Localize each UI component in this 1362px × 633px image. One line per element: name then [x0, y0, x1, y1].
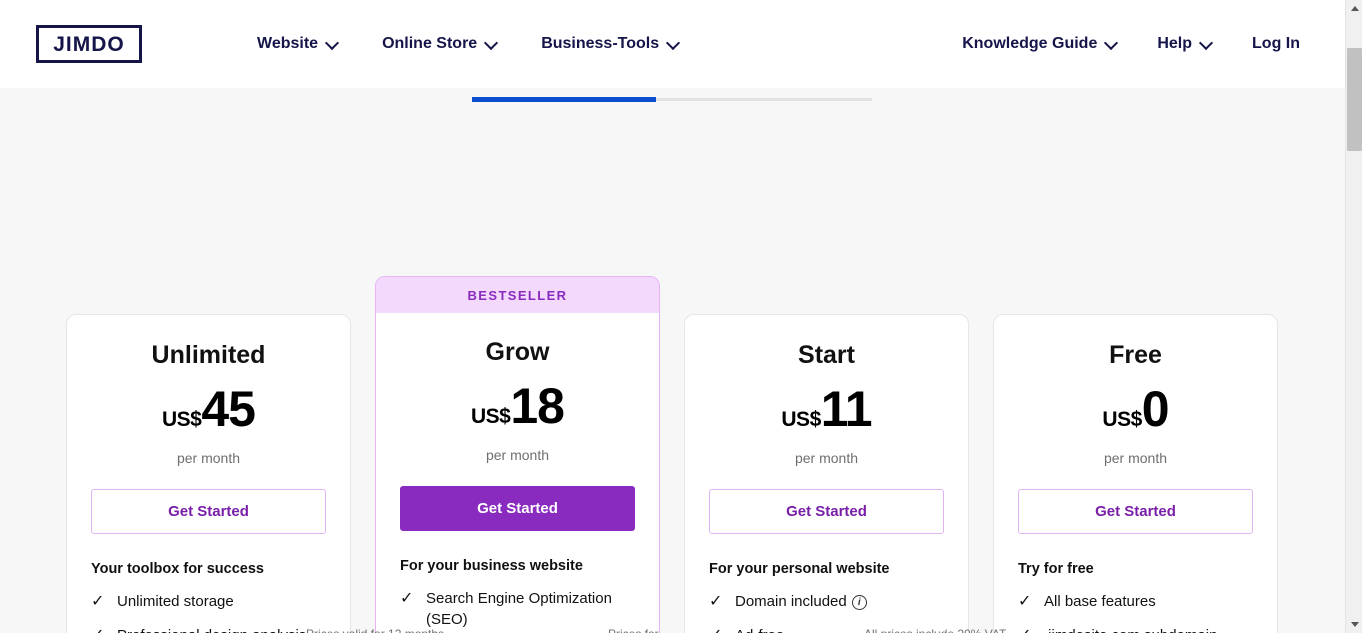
plan-card-start: Start US$11 per month Get Started For yo… [684, 314, 969, 633]
footer-row: Prices valid for 12 months Prices for...… [0, 627, 1345, 633]
price-amount: 18 [510, 378, 565, 434]
check-icon: ✓ [400, 590, 414, 607]
footer-note-1: Prices for... [608, 627, 668, 633]
check-icon: ✓ [709, 593, 723, 610]
check-icon: ✓ [91, 593, 105, 610]
features-title: For your business website [400, 558, 583, 574]
feature-label: Domain included [735, 593, 847, 610]
plan-card-unlimited: Unlimited US$45 per month Get Started Yo… [66, 314, 351, 633]
footer-note-0: Prices valid for 12 months [306, 627, 444, 633]
price-amount: 0 [1141, 381, 1170, 437]
price-amount: 45 [201, 381, 256, 437]
tab-indicator-strip [0, 88, 1345, 132]
scroll-down-arrow-icon [1350, 622, 1359, 627]
nav-label-business-tools: Business-Tools [541, 35, 660, 52]
chevron-down-icon [486, 37, 497, 48]
nav-item-business-tools[interactable]: Business-Tools [541, 35, 679, 53]
plan-card-grow: BESTSELLER Grow US$18 per month Get Star… [375, 276, 660, 633]
feature-item: ✓ Search Engine Optimization (SEO) [400, 588, 635, 631]
price-currency: US$ [781, 408, 821, 431]
vertical-scrollbar[interactable] [1345, 0, 1362, 633]
site-header: JIMDO Website Online Store Business-Tool… [0, 0, 1345, 88]
feature-item: ✓ Unlimited storage [91, 591, 326, 612]
secondary-navigation: Knowledge Guide Help Log In [962, 35, 1300, 53]
features-title: Your toolbox for success [91, 561, 264, 577]
get-started-button[interactable]: Get Started [400, 486, 635, 531]
scroll-down-button[interactable] [1346, 616, 1362, 633]
tab-active-indicator[interactable] [472, 97, 656, 102]
footer-note-2: All prices include 20% VAT [864, 627, 1006, 633]
page-viewport: JIMDO Website Online Store Business-Tool… [0, 0, 1345, 633]
get-started-button[interactable]: Get Started [1018, 489, 1253, 534]
nav-label-website: Website [257, 35, 319, 52]
chevron-down-icon [668, 37, 679, 48]
nav-item-help[interactable]: Help [1157, 35, 1212, 53]
chevron-down-icon [1201, 37, 1212, 48]
price-period: per month [485, 447, 550, 463]
nav-label-help: Help [1157, 35, 1193, 52]
plan-card-free: Free US$0 per month Get Started Try for … [993, 314, 1278, 633]
chevron-down-icon [1106, 37, 1117, 48]
pricing-cards: Unlimited US$45 per month Get Started Yo… [0, 132, 1345, 633]
scroll-up-button[interactable] [1346, 0, 1362, 17]
nav-item-knowledge-guide[interactable]: Knowledge Guide [962, 35, 1117, 53]
price-period: per month [176, 450, 241, 466]
check-icon: ✓ [1018, 593, 1032, 610]
price-currency: US$ [162, 408, 202, 431]
jimdo-logo[interactable]: JIMDO [36, 25, 142, 63]
nav-item-website[interactable]: Website [257, 35, 338, 53]
scrollbar-thumb[interactable] [1347, 48, 1362, 151]
primary-navigation: Website Online Store Business-Tools [257, 35, 679, 53]
login-label: Log In [1252, 35, 1300, 52]
price-currency: US$ [1102, 408, 1142, 431]
feature-text: Search Engine Optimization (SEO) [426, 590, 612, 629]
login-link[interactable]: Log In [1252, 35, 1300, 53]
info-icon[interactable]: i [851, 595, 867, 610]
plan-name: Grow [485, 338, 550, 366]
price-period: per month [794, 450, 859, 466]
footer-note-clipped: Prices valid for 12 months Prices for...… [0, 627, 1345, 633]
plan-price: US$11 [709, 384, 944, 434]
price-currency: US$ [471, 405, 511, 428]
plan-price: US$18 [400, 381, 635, 431]
plan-name: Start [798, 341, 855, 369]
bestseller-badge: BESTSELLER [376, 277, 659, 313]
nav-item-online-store[interactable]: Online Store [382, 35, 497, 53]
get-started-button[interactable]: Get Started [91, 489, 326, 534]
plan-price: US$45 [91, 384, 326, 434]
feature-item: ✓ All base features [1018, 591, 1253, 612]
feature-text: Unlimited storage [117, 593, 234, 610]
chevron-down-icon [327, 37, 338, 48]
plan-price: US$0 [1018, 384, 1253, 434]
price-period: per month [1103, 450, 1168, 466]
features-title: Try for free [1018, 561, 1094, 577]
plan-name: Free [1109, 341, 1162, 369]
logo-text: JIMDO [53, 32, 125, 56]
price-amount: 11 [820, 381, 873, 437]
plan-name: Unlimited [151, 341, 266, 369]
feature-text: All base features [1044, 593, 1156, 610]
features-title: For your personal website [709, 561, 890, 577]
nav-label-knowledge-guide: Knowledge Guide [962, 35, 1098, 52]
get-started-button[interactable]: Get Started [709, 489, 944, 534]
feature-text: Domain included i [735, 591, 867, 612]
scroll-up-arrow-icon [1350, 6, 1359, 11]
nav-label-online-store: Online Store [382, 35, 478, 52]
feature-item: ✓ Domain included i [709, 591, 944, 612]
